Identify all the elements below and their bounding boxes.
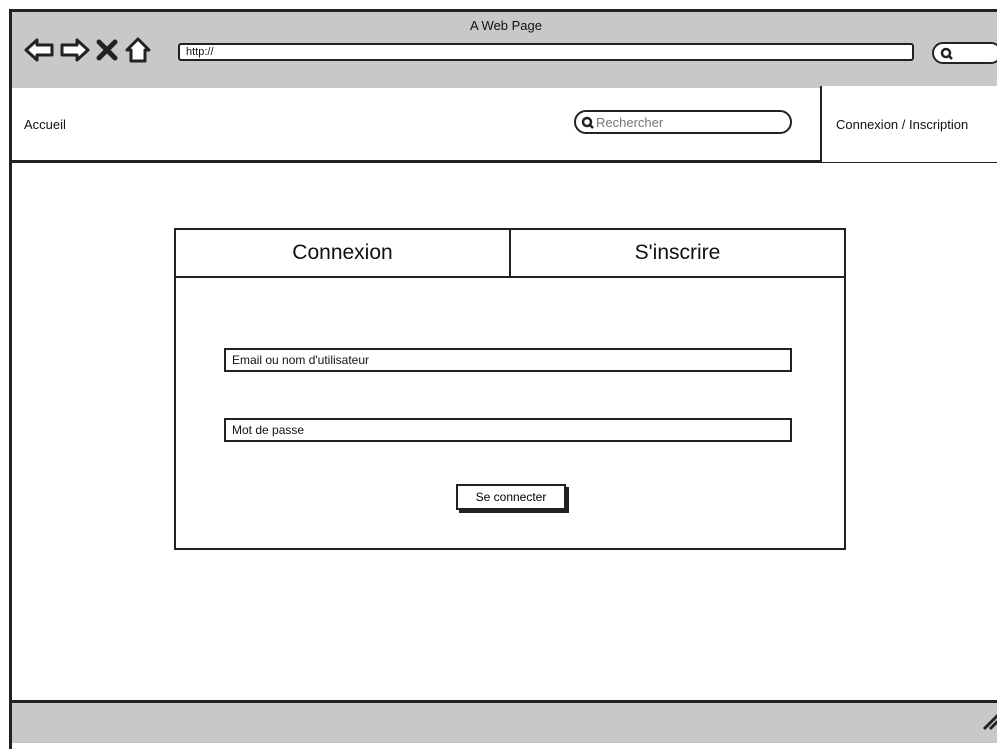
stop-x-icon[interactable] bbox=[96, 38, 118, 62]
browser-chrome: A Web Page http:// bbox=[12, 12, 997, 91]
tab-connexion[interactable]: Connexion bbox=[176, 230, 509, 276]
resize-grip-icon[interactable] bbox=[980, 711, 997, 736]
back-arrow-icon[interactable] bbox=[24, 36, 54, 64]
home-icon[interactable] bbox=[124, 36, 152, 64]
browser-search-button[interactable] bbox=[932, 42, 997, 64]
password-field[interactable] bbox=[224, 418, 792, 442]
window-title: A Web Page bbox=[469, 18, 543, 33]
browser-window: A Web Page http:// Accueil Rechercher Co… bbox=[9, 9, 997, 749]
url-bar[interactable]: http:// bbox=[178, 43, 914, 61]
login-button[interactable]: Se connecter bbox=[456, 484, 566, 510]
tab-inscrire[interactable]: S'inscrire bbox=[509, 230, 844, 276]
status-bar bbox=[12, 700, 997, 743]
search-input[interactable] bbox=[596, 113, 776, 131]
home-link[interactable]: Accueil bbox=[24, 117, 66, 132]
auth-link-box[interactable]: Connexion / Inscription bbox=[820, 86, 997, 162]
forward-arrow-icon[interactable] bbox=[60, 36, 90, 64]
auth-link[interactable]: Connexion / Inscription bbox=[836, 117, 968, 132]
nav-controls bbox=[24, 32, 152, 68]
site-search[interactable] bbox=[574, 110, 792, 134]
auth-tabs: Connexion S'inscrire bbox=[176, 230, 844, 278]
email-field[interactable] bbox=[224, 348, 792, 372]
login-card: Connexion S'inscrire Se connecter bbox=[174, 228, 846, 550]
site-header: Accueil Connexion / Inscription bbox=[12, 86, 997, 163]
